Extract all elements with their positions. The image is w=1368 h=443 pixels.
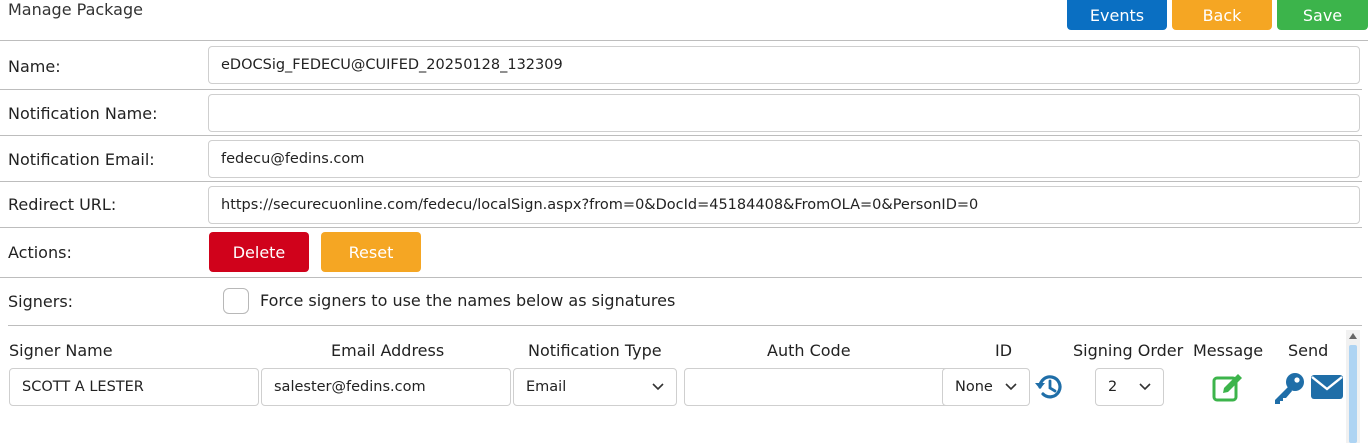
chevron-down-icon xyxy=(1139,380,1151,395)
divider xyxy=(0,227,1362,228)
force-signers-label: Force signers to use the names below as … xyxy=(260,291,676,310)
back-button[interactable]: Back xyxy=(1172,0,1272,30)
key-icon[interactable] xyxy=(1272,371,1306,405)
name-field[interactable]: eDOCSig_FEDECU@CUIFED_20250128_132309 xyxy=(208,46,1360,84)
divider xyxy=(0,40,1368,41)
notification-name-field[interactable] xyxy=(208,94,1360,132)
notification-type-select[interactable]: Email xyxy=(513,368,677,406)
notification-email-label: Notification Email: xyxy=(8,150,155,169)
chevron-down-icon xyxy=(1005,380,1017,395)
actions-label: Actions: xyxy=(8,243,72,262)
col-header-send: Send xyxy=(1288,341,1329,360)
page-title: Manage Package xyxy=(8,0,143,19)
delete-button[interactable]: Delete xyxy=(209,232,309,272)
envelope-icon[interactable] xyxy=(1310,374,1344,400)
col-header-message: Message xyxy=(1193,341,1264,360)
divider xyxy=(0,181,1362,182)
col-header-signer-name: Signer Name xyxy=(9,341,113,360)
divider xyxy=(0,135,1362,136)
divider xyxy=(0,277,1362,278)
history-icon[interactable] xyxy=(1032,370,1066,404)
id-select[interactable]: None xyxy=(942,368,1030,406)
notification-email-field[interactable]: fedecu@fedins.com xyxy=(208,140,1360,178)
scrollbar-thumb[interactable] xyxy=(1349,345,1357,443)
name-label: Name: xyxy=(8,57,61,76)
save-button[interactable]: Save xyxy=(1277,0,1368,30)
redirect-url-field[interactable]: https://securecuonline.com/fedecu/localS… xyxy=(208,186,1360,224)
auth-code-input[interactable] xyxy=(684,368,962,406)
redirect-url-label: Redirect URL: xyxy=(8,195,117,214)
reset-button[interactable]: Reset xyxy=(321,232,421,272)
col-header-auth-code: Auth Code xyxy=(767,341,851,360)
signer-name-input[interactable]: SCOTT A LESTER xyxy=(9,368,259,406)
col-header-signing-order: Signing Order xyxy=(1073,341,1184,360)
events-button[interactable]: Events xyxy=(1067,0,1167,30)
signing-order-select[interactable]: 2 xyxy=(1095,368,1164,406)
chevron-down-icon xyxy=(652,380,664,395)
signers-label: Signers: xyxy=(8,292,74,311)
edit-message-icon[interactable] xyxy=(1211,371,1245,403)
col-header-id: ID xyxy=(995,341,1013,360)
signing-order-value: 2 xyxy=(1108,379,1118,395)
notification-name-label: Notification Name: xyxy=(8,104,158,123)
divider xyxy=(0,89,1362,90)
signer-email-input[interactable]: salester@fedins.com xyxy=(261,368,511,406)
divider xyxy=(8,325,1362,326)
force-signers-checkbox[interactable] xyxy=(223,288,249,314)
scroll-up-arrow-icon[interactable] xyxy=(1349,333,1357,339)
col-header-notification-type: Notification Type xyxy=(528,341,662,360)
notification-type-value: Email xyxy=(526,379,567,395)
id-value: None xyxy=(955,379,993,395)
col-header-email-address: Email Address xyxy=(331,341,445,360)
